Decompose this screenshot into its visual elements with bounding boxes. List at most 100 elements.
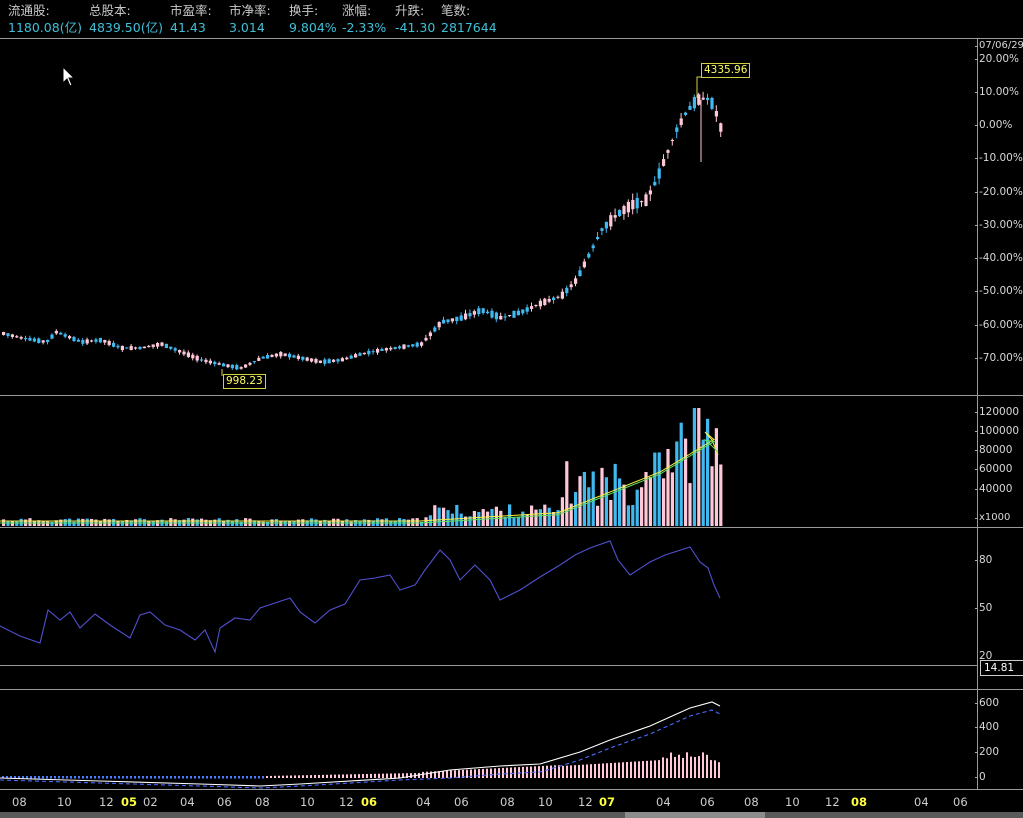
candle-body [376, 348, 380, 353]
volume-bar [622, 484, 626, 526]
volume-bar [28, 518, 32, 526]
macd-bar [566, 765, 568, 778]
macd-bar [338, 774, 340, 778]
volume-bar [376, 518, 380, 526]
volume-bar [288, 521, 292, 526]
macd-bar [386, 773, 388, 778]
high-price-label: 4335.96 [701, 63, 751, 78]
macd-bar [134, 776, 136, 779]
macd-bar [330, 774, 332, 778]
chart-canvas[interactable] [0, 0, 1023, 818]
candle-body [411, 344, 415, 347]
candle-body [552, 297, 556, 301]
candle-body [50, 334, 54, 339]
candle-body [257, 357, 261, 361]
macd-bar [310, 775, 312, 778]
volume-bar [81, 518, 85, 526]
macd-bar [170, 776, 172, 779]
volume-bar [332, 518, 336, 526]
macd-bar [50, 776, 52, 779]
macd-bar [158, 776, 160, 779]
candle-body [279, 351, 283, 357]
candle-body [15, 336, 19, 338]
volume-bar [50, 521, 54, 526]
macd-bar [562, 765, 564, 778]
candle-body [310, 358, 314, 362]
macd-bar [630, 761, 632, 778]
candle-body [2, 331, 6, 336]
horizontal-scrollbar[interactable] [0, 812, 1023, 818]
candle-body [556, 296, 560, 298]
macd-bar [598, 763, 600, 778]
macd-bar [638, 761, 640, 778]
macd-bar [590, 764, 592, 778]
x-axis-month-label: 06 [217, 795, 232, 809]
macd-bar [38, 776, 40, 779]
macd-bar [366, 773, 368, 778]
macd-bar [398, 773, 400, 778]
price-tick: 20.00% [974, 53, 1020, 65]
macd-bar [618, 762, 620, 778]
macd-bar [314, 775, 316, 778]
scrollbar-thumb[interactable] [625, 812, 765, 818]
candle-body [305, 357, 309, 361]
candle-body [415, 342, 419, 347]
candle-body [631, 200, 635, 210]
candle-body [582, 261, 586, 268]
macd-bar [378, 773, 380, 778]
candle-body [600, 228, 604, 231]
volume-bar [635, 489, 639, 526]
macd-bar [426, 771, 428, 778]
macd-bar [706, 754, 708, 778]
price-tick: 0.00% [974, 119, 1013, 131]
volume-bar [604, 477, 608, 526]
macd-bar [114, 776, 116, 779]
candle-body [618, 209, 622, 217]
candle-body [653, 181, 657, 186]
macd-bar [78, 776, 80, 779]
candle-body [354, 354, 358, 358]
candle-body [296, 355, 300, 359]
candle-body [622, 206, 626, 215]
volume-bar [490, 508, 494, 526]
macd-bar [410, 773, 412, 778]
macd-bar [90, 776, 92, 779]
macd-bar [682, 757, 684, 778]
volume-bar [437, 507, 441, 526]
macd-bar [698, 756, 700, 778]
volume-bar [578, 476, 582, 526]
x-axis-month-label: 12 [339, 795, 354, 809]
macd-bar [154, 776, 156, 779]
candle-body [103, 339, 107, 343]
volume-bar [191, 518, 195, 526]
candle-body [648, 190, 652, 195]
x-axis-month-label: 12 [825, 795, 840, 809]
candle-body [59, 332, 63, 335]
macd-bar [30, 776, 32, 779]
x-axis-month-label: 08 [12, 795, 27, 809]
macd-bar [142, 776, 144, 779]
candle-body [459, 315, 463, 321]
macd-bar [382, 773, 384, 778]
candle-body [252, 361, 256, 363]
candle-body [644, 194, 648, 207]
macd-bar [122, 776, 124, 779]
candle-body [706, 97, 710, 101]
macd-bar [354, 774, 356, 778]
macd-bar [494, 768, 496, 778]
candle-body [94, 339, 98, 342]
macd-bar [522, 766, 524, 778]
candle-body [613, 215, 617, 218]
candle-body [10, 334, 14, 337]
candle-body [24, 338, 28, 340]
candle-body [714, 111, 718, 117]
macd-bar [106, 776, 108, 779]
macd-bar [138, 776, 140, 779]
candle-body [340, 358, 344, 362]
volume-bar [415, 518, 419, 526]
macd-bar [174, 776, 176, 779]
volume-bar [684, 438, 688, 526]
macd-bar [94, 776, 96, 779]
macd-bar [74, 776, 76, 779]
volume-bar [10, 521, 14, 526]
